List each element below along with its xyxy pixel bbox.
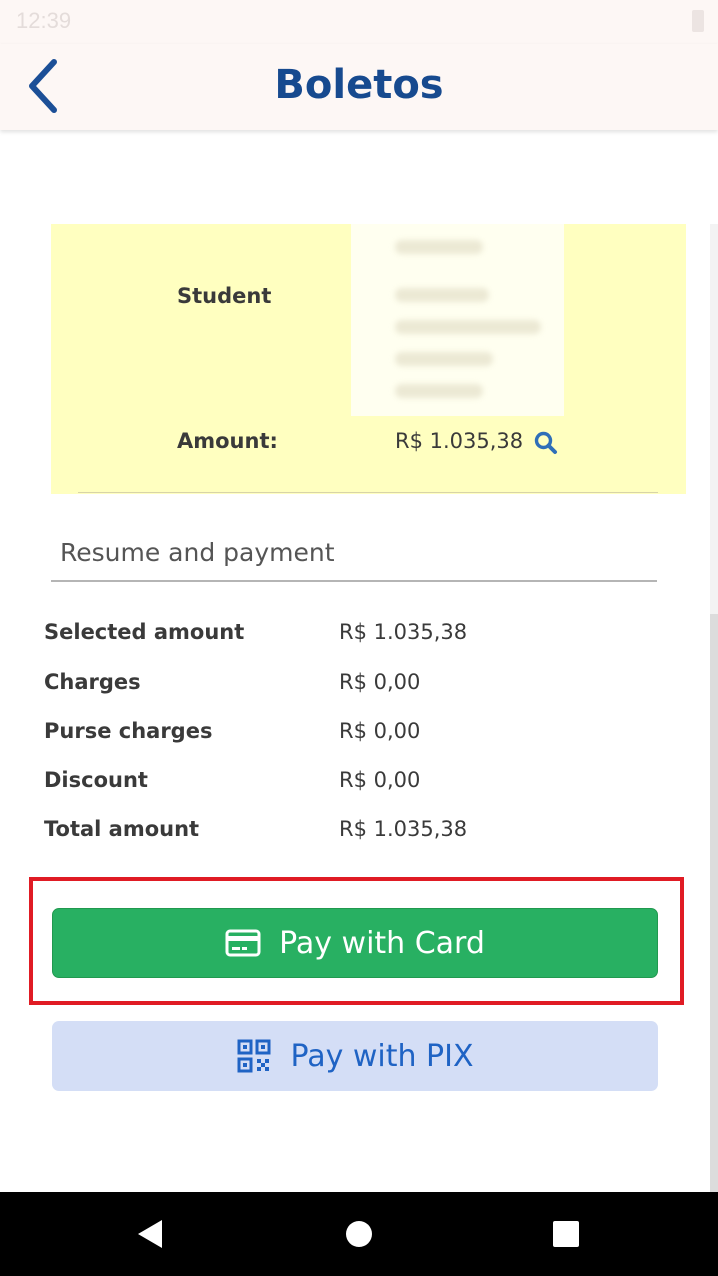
pay-with-pix-label: Pay with PIX (290, 1038, 474, 1074)
student-label: Student (177, 284, 272, 308)
summary-row-total-amount: Total amount R$ 1.035,38 (44, 817, 644, 847)
card-divider (78, 492, 658, 493)
redacted-student-info (351, 224, 564, 416)
credit-card-icon (225, 929, 261, 957)
status-time: 12:39 (16, 8, 72, 33)
battery-icon (692, 10, 704, 32)
summary-value: R$ 0,00 (339, 719, 421, 743)
summary-row-purse-charges: Purse charges R$ 0,00 (44, 719, 644, 749)
nav-home-icon[interactable] (341, 1216, 377, 1252)
summary-label: Purse charges (44, 719, 213, 743)
page-title: Boletos (274, 62, 444, 108)
summary-row-discount: Discount R$ 0,00 (44, 768, 644, 798)
amount-label: Amount: (177, 429, 278, 453)
summary-label: Charges (44, 670, 141, 694)
summary-value: R$ 1.035,38 (339, 817, 468, 841)
nav-recents-icon[interactable] (548, 1216, 584, 1252)
app-header: Boletos (0, 44, 718, 130)
qr-code-icon (237, 1039, 271, 1073)
summary-value: R$ 0,00 (339, 670, 421, 694)
resume-divider (51, 580, 657, 582)
summary-value: R$ 0,00 (339, 768, 421, 792)
summary-label: Total amount (44, 817, 200, 841)
pay-with-pix-button[interactable]: Pay with PIX (52, 1021, 658, 1091)
pay-with-card-label: Pay with Card (279, 925, 485, 961)
student-card: Student Amount: R$ 1.035,38 (51, 224, 686, 494)
amount-value: R$ 1.035,38 (395, 429, 524, 453)
nav-back-icon[interactable] (132, 1216, 168, 1252)
summary-label: Selected amount (44, 620, 245, 644)
pay-with-card-button[interactable]: Pay with Card (52, 908, 658, 978)
navigation-bar (0, 1192, 718, 1276)
status-bar: 12:39 (0, 0, 718, 44)
scrollbar-thumb[interactable] (710, 614, 718, 1192)
search-icon[interactable] (533, 430, 559, 456)
summary-value: R$ 1.035,38 (339, 620, 468, 644)
resume-heading: Resume and payment (60, 538, 335, 567)
summary-row-selected-amount: Selected amount R$ 1.035,38 (44, 620, 644, 650)
summary-label: Discount (44, 768, 148, 792)
summary-row-charges: Charges R$ 0,00 (44, 670, 644, 700)
